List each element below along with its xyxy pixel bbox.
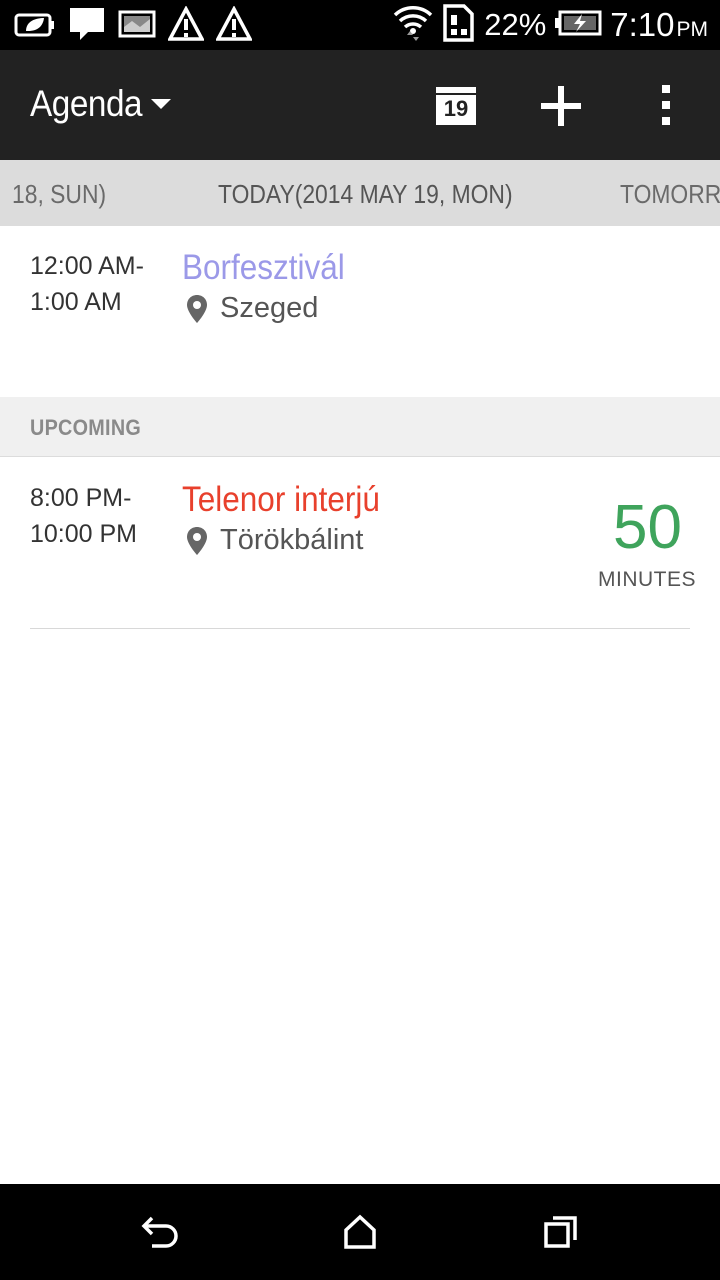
view-title: Agenda (30, 83, 143, 124)
sim-icon (442, 3, 476, 48)
more-vertical-icon (662, 85, 670, 125)
event-location-text: Szeged (220, 292, 319, 324)
back-button[interactable] (140, 1216, 180, 1255)
go-to-today-button[interactable]: 19 (435, 86, 477, 131)
clock: 7:10PM (610, 6, 708, 44)
home-button[interactable] (343, 1214, 377, 1255)
countdown-unit: MINUTES (598, 568, 696, 591)
wifi-icon (392, 3, 434, 48)
alert-icon (167, 5, 205, 47)
calendar-day-number: 19 (443, 96, 469, 121)
location-pin-icon (187, 294, 207, 323)
recent-apps-icon (544, 1216, 577, 1248)
event-item[interactable]: 12:00 AM- 1:00 AM Borfesztivál Szeged (0, 226, 720, 397)
overflow-menu-button[interactable] (660, 84, 672, 131)
event-time: 8:00 PM- 10:00 PM (30, 484, 138, 548)
view-selector-dropdown[interactable]: Agenda (30, 83, 171, 125)
upcoming-header-label: UPCOMING (30, 415, 142, 440)
alert-icon (215, 5, 253, 47)
action-bar: Agenda 19 (0, 50, 720, 160)
back-icon (141, 1216, 178, 1248)
divider (30, 628, 690, 629)
event-item[interactable]: 8:00 PM- 10:00 PM Telenor interjú Törökb… (0, 458, 720, 628)
status-bar: 22% 7:10PM (0, 0, 720, 50)
add-event-button[interactable] (541, 86, 581, 131)
leaf-battery-icon (14, 9, 56, 44)
home-icon (344, 1214, 376, 1249)
previous-day-label[interactable]: 18, SUN) (12, 179, 106, 210)
image-icon (118, 9, 156, 44)
battery-charging-icon (554, 8, 602, 43)
message-icon (68, 6, 106, 47)
battery-percent: 22% (484, 7, 547, 42)
navigation-bar (0, 1184, 720, 1280)
day-strip[interactable]: 18, SUN) TODAY(2014 MAY 19, MON) TOMORRO… (0, 160, 720, 226)
clock-ampm: PM (676, 18, 709, 41)
countdown-value: 50 (613, 493, 682, 562)
event-title: Telenor interjú (182, 480, 380, 519)
event-location: Törökbálint (186, 524, 363, 557)
location-pin-icon (187, 526, 207, 555)
clock-time: 7:10 (610, 6, 675, 43)
dropdown-caret-icon (150, 99, 171, 109)
upcoming-section-header: UPCOMING (0, 397, 720, 457)
event-location: Szeged (186, 292, 318, 325)
plus-icon (541, 86, 581, 126)
event-time: 12:00 AM- 1:00 AM (30, 252, 144, 316)
next-day-label[interactable]: TOMORROW (620, 179, 720, 210)
today-label: TODAY(2014 MAY 19, MON) (218, 179, 513, 209)
recent-apps-button[interactable] (543, 1214, 579, 1255)
system-status: 22% 7:10PM (392, 2, 708, 48)
event-title: Borfesztivál (182, 248, 345, 287)
event-location-text: Törökbálint (220, 524, 364, 556)
notification-icons (14, 5, 253, 47)
